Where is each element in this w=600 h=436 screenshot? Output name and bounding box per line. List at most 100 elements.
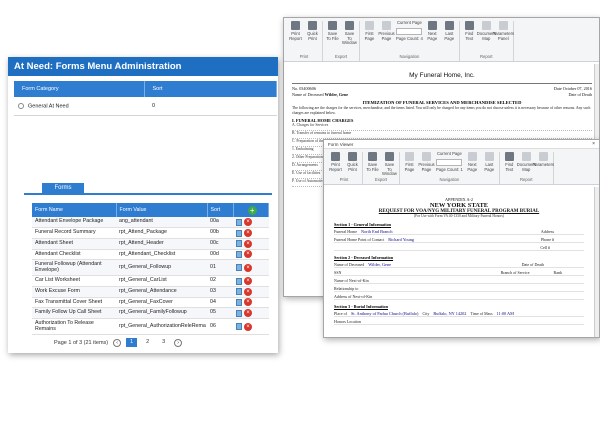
form-sort: 00d — [207, 249, 233, 261]
page-button[interactable]: 1 — [126, 338, 138, 347]
previous-page-icon[interactable]: ‹ — [113, 338, 122, 347]
delete-icon[interactable]: × — [244, 250, 252, 259]
delete-icon[interactable]: × — [244, 239, 252, 248]
table-row[interactable]: Funeral Record Summary rpt_Attend_Packag… — [32, 227, 269, 239]
column-header[interactable]: Sort — [144, 81, 277, 97]
table-row[interactable]: Attendant Sheet rpt_Attend_Header 00c × — [32, 238, 269, 250]
expand-radio-icon[interactable] — [18, 102, 24, 109]
form-sort: 04 — [207, 297, 233, 309]
delete-icon[interactable]: × — [244, 263, 252, 272]
edit-icon[interactable] — [236, 264, 242, 272]
table-row[interactable]: General At Need 0 — [14, 97, 277, 116]
close-icon[interactable]: × — [592, 141, 595, 147]
previous-page-button[interactable]: Previous Page — [418, 152, 435, 172]
form-sort: 02 — [207, 275, 233, 287]
page-button[interactable]: 2 — [142, 338, 153, 347]
itemization-paragraph: The following are the charges for the se… — [292, 106, 591, 115]
save-to-window-button[interactable]: Save To Window — [342, 21, 357, 46]
form-row: Funeral Home Point of Contact Richard You… — [334, 235, 584, 243]
table-row[interactable]: Car List Worksheet rpt_General_CarList 0… — [32, 275, 269, 287]
add-icon[interactable]: + — [247, 205, 257, 215]
form-sort: 01 — [207, 259, 233, 277]
report-group: Find Text Document Map Parameters Report — [500, 152, 554, 184]
next-page-button[interactable]: Next Page — [465, 152, 480, 172]
table-row[interactable]: Family Follow Up Call Sheet rpt_General_… — [32, 307, 269, 319]
form-value: rpt_General_FamilyFollowup — [116, 307, 207, 319]
table-row[interactable]: Funeral Followup (Attendant Envelope) rp… — [32, 259, 269, 277]
form-row: Name of Deceased Wilder, Gene Date of Deat… — [334, 260, 584, 268]
report-date: Date October 07, 2016 — [553, 86, 592, 91]
report-toolbar: Print Report Quick Print Print Save To F… — [284, 18, 599, 62]
last-page-icon — [444, 21, 454, 30]
tab-forms[interactable]: Forms — [42, 183, 84, 193]
previous-page-button[interactable]: Previous Page — [378, 21, 395, 41]
quick-print-button[interactable]: Quick Print — [345, 152, 360, 172]
navigation-group: First Page Previous Page Current Page Pa… — [400, 151, 500, 184]
delete-icon[interactable]: × — [244, 229, 252, 238]
last-page-button[interactable]: Last Page — [442, 21, 457, 41]
form-name: Attendant Envelope Package — [32, 217, 116, 229]
find-text-button[interactable]: Find Text — [502, 152, 517, 172]
edit-icon[interactable] — [236, 277, 242, 285]
next-page-icon[interactable]: › — [174, 338, 183, 347]
state-title: NEW YORK STATE — [429, 202, 489, 209]
save-to-window-button[interactable]: Save To Window — [382, 152, 397, 177]
print-report-button[interactable]: Print Report — [288, 21, 303, 41]
last-page-icon — [484, 152, 494, 161]
column-header[interactable]: Sort — [207, 203, 234, 217]
first-page-button[interactable]: First Page — [362, 21, 377, 41]
pager-summary: Page 1 of 3 (21 items) — [54, 339, 109, 346]
first-page-button[interactable]: First Page — [402, 152, 417, 172]
table-row[interactable]: Attendant Envelope Package ang_attendant… — [32, 217, 269, 229]
table-row[interactable]: Attendant Checklist rpt_Attendant_Checkl… — [32, 249, 269, 261]
form-row: Relationship to — [334, 284, 584, 292]
page-button[interactable]: 3 — [158, 338, 169, 347]
vertical-scrollbar[interactable] — [594, 187, 599, 337]
find-text-button[interactable]: Find Text — [462, 21, 477, 41]
edit-icon[interactable] — [236, 323, 242, 330]
next-page-button[interactable]: Next Page — [425, 21, 440, 41]
edit-icon[interactable] — [236, 229, 242, 237]
table-row[interactable]: Authorization To Release Remains rpt_Gen… — [32, 318, 269, 335]
delete-icon[interactable]: × — [244, 322, 252, 331]
current-page-input[interactable] — [396, 27, 422, 35]
find-icon — [464, 21, 474, 30]
parameters-button[interactable]: Parameters Panel — [492, 21, 514, 41]
save-to-file-button[interactable]: Save To File — [325, 21, 340, 46]
form-row: Name of Next-of-Kin — [334, 276, 584, 284]
itemization-heading: ITEMIZATION OF FUNERAL SERVICES AND MERC… — [362, 100, 522, 105]
print-group: Print Report Quick Print Print — [326, 152, 363, 184]
edit-icon[interactable] — [236, 218, 242, 226]
last-page-button[interactable]: Last Page — [482, 152, 497, 172]
column-header[interactable]: Form Name — [32, 203, 117, 217]
form-sort: 00a — [207, 217, 233, 229]
table-row[interactable]: Work Excuse Form rpt_General_Attendance … — [32, 286, 269, 298]
edit-icon[interactable] — [236, 240, 242, 248]
quick-print-button[interactable]: Quick Print — [305, 21, 320, 41]
table-row[interactable]: Fax Transmittal Cover Sheet rpt_General_… — [32, 297, 269, 309]
parameters-icon — [538, 152, 548, 161]
company-name: My Funeral Home, Inc. — [409, 72, 475, 79]
quick-print-icon — [308, 21, 317, 30]
delete-icon[interactable]: × — [244, 287, 252, 296]
delete-icon[interactable]: × — [244, 309, 252, 318]
edit-icon[interactable] — [236, 250, 242, 258]
delete-icon[interactable]: × — [244, 298, 252, 307]
column-header[interactable]: Form Value — [116, 203, 208, 217]
delete-icon[interactable]: × — [244, 277, 252, 286]
edit-icon[interactable] — [236, 288, 242, 296]
save-to-file-button[interactable]: Save To File — [365, 152, 380, 177]
parameters-button[interactable]: Parameters — [532, 152, 554, 172]
edit-icon[interactable] — [236, 298, 242, 306]
previous-page-icon — [382, 21, 391, 30]
form-subtitle: (For Use with Form VA 40-1330 and Milita… — [413, 214, 505, 218]
previous-page-icon — [422, 152, 431, 161]
print-report-button[interactable]: Print Report — [328, 152, 343, 172]
current-page-input[interactable] — [436, 158, 462, 166]
edit-icon[interactable] — [236, 309, 242, 317]
form-value: rpt_General_CarList — [116, 275, 207, 287]
form-value: rpt_General_Followup — [116, 259, 207, 277]
column-header[interactable]: Form Category — [14, 81, 145, 97]
delete-icon[interactable]: × — [244, 218, 252, 227]
report-group: Find Text Document Map Parameters Panel … — [460, 21, 514, 61]
